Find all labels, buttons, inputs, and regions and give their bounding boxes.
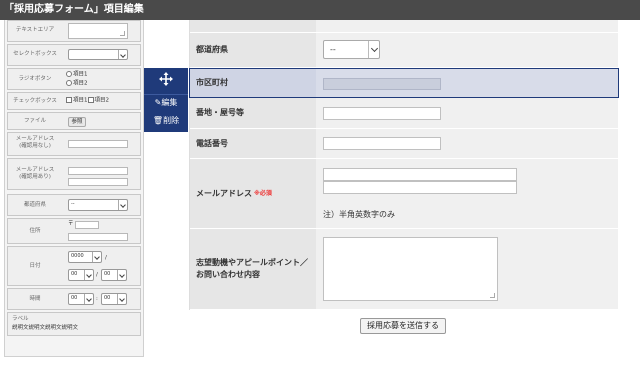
- palette-email2-preview-2: [68, 178, 128, 186]
- palette-label-checkbox: チェックボックス: [13, 98, 57, 104]
- palette-label-email-b: (確認用なし): [19, 143, 51, 149]
- edit-button[interactable]: ✎編集: [144, 94, 188, 110]
- city-input[interactable]: [323, 78, 441, 90]
- palette-radio-option-2: 項目2: [66, 80, 88, 88]
- field-toolbar: ✎編集 🗑削除: [144, 68, 188, 132]
- move-icon: [159, 72, 173, 86]
- checkbox-icon: [66, 97, 72, 103]
- palette-email-preview: [68, 140, 128, 148]
- phone-label: 電話番号: [190, 129, 316, 158]
- palette-item-email-confirm[interactable]: メールアドレス (確認用あり): [7, 158, 141, 190]
- phone-input[interactable]: [323, 137, 441, 150]
- chevron-down-icon: [117, 294, 126, 304]
- palette-item-email[interactable]: メールアドレス (確認用なし): [7, 132, 141, 156]
- chevron-down-icon: [92, 252, 101, 262]
- trash-icon: 🗑: [152, 116, 164, 125]
- palette-label-time: 時間: [29, 296, 41, 302]
- palette-file-button: 参照: [68, 117, 86, 127]
- palette-label-email2-b: (確認用あり): [19, 174, 51, 180]
- form-row-prefecture[interactable]: 都道府県 --: [190, 33, 618, 68]
- message-textarea[interactable]: [323, 237, 498, 301]
- form-preview: 都道府県 -- 市区町村 番地・屋号等 電話番号 メールアドレス ※必須 注）半角…: [189, 20, 619, 310]
- date-separator: /: [105, 255, 107, 261]
- palette-label-file: ファイル: [23, 118, 46, 124]
- submit-button[interactable]: 採用応募を送信する: [360, 318, 446, 334]
- palette-time-minute: 00: [101, 293, 127, 305]
- palette-label-prefecture: 都道府県: [23, 202, 46, 208]
- form-row-city-selected[interactable]: 市区町村: [189, 68, 619, 98]
- email-confirm-input[interactable]: [323, 181, 517, 194]
- palette-item-select[interactable]: セレクトボックス: [7, 44, 141, 66]
- form-row-top-partial: [190, 20, 618, 33]
- palette-date-year: 0000: [68, 251, 102, 263]
- palette-item-textarea[interactable]: テキストエリア: [7, 20, 141, 42]
- palette-label-label: ラベル: [12, 316, 29, 322]
- palette-item-time[interactable]: 時間 00 : 00: [7, 288, 141, 310]
- palette-label-text: 説明文説明文説明文説明文: [12, 325, 79, 331]
- time-separator: :: [96, 296, 98, 302]
- delete-button[interactable]: 🗑削除: [144, 113, 188, 129]
- chevron-down-icon: [118, 50, 127, 59]
- palette-label-textarea: テキストエリア: [15, 27, 55, 33]
- form-row-message[interactable]: 志望動機やアピールポイント／お問い合わせ内容: [190, 229, 618, 310]
- palette-select-preview: [68, 49, 128, 60]
- palette-address-preview: [68, 233, 128, 241]
- form-row-phone[interactable]: 電話番号: [190, 129, 618, 159]
- palette-radio-option-1: 項目1: [66, 71, 88, 79]
- resize-handle-icon[interactable]: [490, 293, 495, 298]
- chevron-down-icon: [84, 270, 93, 280]
- palette-item-date[interactable]: 日付 0000 / 00 / 00: [7, 246, 141, 286]
- palette-date-month: 00: [68, 269, 94, 281]
- zip-mark: 〒: [68, 221, 74, 227]
- palette-email2-preview-1: [68, 167, 128, 175]
- palette-item-radio[interactable]: ラジオボタン 項目1 項目2: [7, 68, 141, 90]
- palette-item-address[interactable]: 住所 〒: [7, 218, 141, 244]
- email-note: 注）半角英数字のみ: [323, 210, 395, 219]
- chevron-down-icon: [117, 270, 126, 280]
- palette-item-prefecture[interactable]: 都道府県 --: [7, 194, 141, 216]
- palette-label-email2-a: メールアドレス: [15, 167, 55, 173]
- palette-date-day: 00: [101, 269, 127, 281]
- palette-item-file[interactable]: ファイル 参照: [7, 112, 141, 130]
- palette-label-address: 住所: [29, 228, 41, 234]
- prefecture-label: 都道府県: [190, 33, 316, 67]
- address-label: 番地・屋号等: [190, 98, 316, 128]
- email-input[interactable]: [323, 168, 517, 181]
- radio-icon: [66, 71, 72, 77]
- checkbox-icon: [87, 97, 94, 103]
- palette-time-hour: 00: [68, 293, 94, 305]
- palette-zip-preview: [75, 221, 99, 229]
- chevron-down-icon: [368, 41, 379, 58]
- form-row-email[interactable]: メールアドレス ※必須 注）半角英数字のみ: [190, 159, 618, 229]
- message-label: 志望動機やアピールポイント／お問い合わせ内容: [190, 229, 316, 309]
- move-handle[interactable]: [144, 68, 188, 92]
- palette-textarea-preview: [68, 23, 128, 39]
- palette-label-date: 日付: [29, 263, 41, 269]
- required-badge: ※必須: [254, 189, 272, 197]
- palette-prefecture-preview: --: [68, 199, 128, 211]
- city-label: 市区町村: [190, 69, 316, 97]
- palette-checkbox-options: 項目1 項目2: [66, 97, 109, 105]
- address-input[interactable]: [323, 107, 441, 120]
- palette-item-checkbox[interactable]: チェックボックス 項目1 項目2: [7, 92, 141, 110]
- palette-label-radio: ラジオボタン: [18, 76, 52, 82]
- chevron-down-icon: [84, 294, 93, 304]
- date-separator-2: /: [96, 272, 98, 278]
- palette-item-label[interactable]: ラベル 説明文説明文説明文説明文: [7, 312, 141, 336]
- palette-label-email-a: メールアドレス: [15, 136, 55, 142]
- radio-icon: [66, 80, 72, 86]
- field-palette-sidebar: テキストエリア セレクトボックス ラジオボタン 項目1 項目2 チェックボックス…: [4, 20, 144, 357]
- chevron-down-icon: [118, 200, 127, 210]
- email-label: メールアドレス ※必須: [190, 159, 316, 228]
- window-title: 「採用応募フォーム」項目編集: [0, 0, 640, 20]
- palette-label-select: セレクトボックス: [13, 51, 57, 57]
- form-row-address[interactable]: 番地・屋号等: [190, 98, 618, 129]
- prefecture-select[interactable]: --: [323, 40, 380, 59]
